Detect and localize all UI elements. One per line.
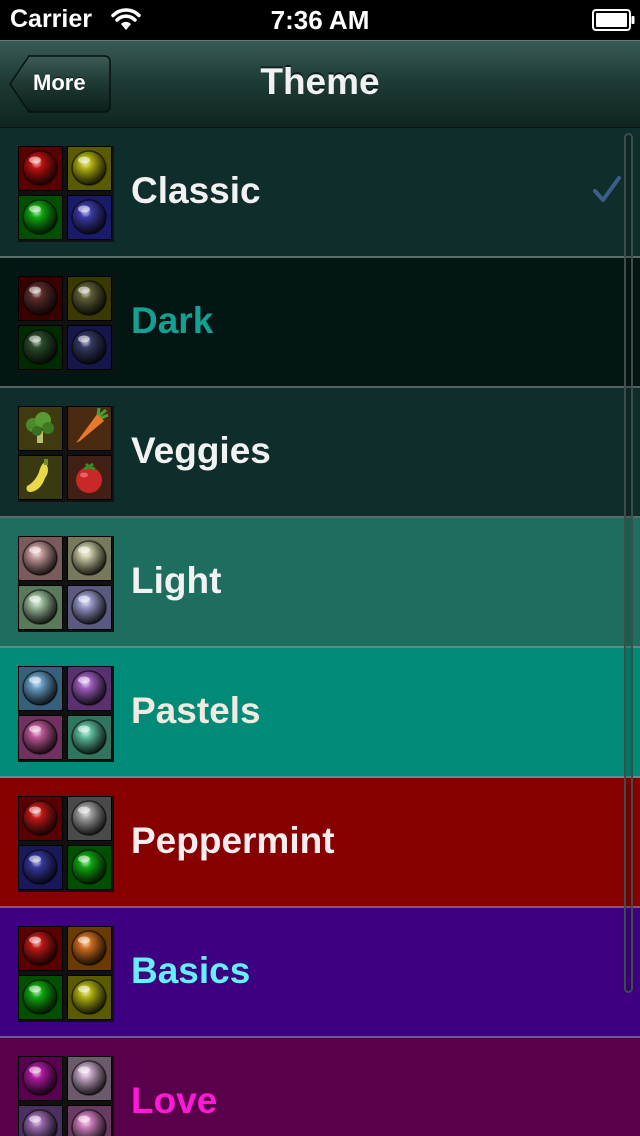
orb-icon <box>18 666 63 711</box>
orb-icon <box>67 845 112 890</box>
orb-icon <box>67 975 112 1020</box>
orb-icon <box>18 585 63 630</box>
theme-row-classic[interactable]: Classic <box>0 128 640 258</box>
orb-icon <box>67 195 112 240</box>
theme-row-veggies[interactable]: Veggies <box>0 388 640 518</box>
orb-icon <box>18 325 63 370</box>
theme-label: Light <box>131 560 222 601</box>
theme-swatch <box>18 146 114 242</box>
theme-label: Classic <box>131 170 261 211</box>
theme-row-dark[interactable]: Dark <box>0 258 640 388</box>
theme-label: Basics <box>131 950 251 991</box>
status-time: 7:36 AM <box>270 5 370 35</box>
theme-row-love[interactable]: Love <box>0 1038 640 1136</box>
theme-swatch <box>18 666 114 762</box>
orb-icon <box>18 796 63 841</box>
orb-icon <box>67 325 112 370</box>
tomato-icon <box>67 455 112 500</box>
theme-label: Dark <box>131 300 214 341</box>
orb-icon <box>67 796 112 841</box>
theme-list: Classic Dark Veggies Light Pastels Peppe… <box>0 128 640 1136</box>
orb-icon <box>67 536 112 581</box>
theme-swatch <box>18 1056 114 1136</box>
orb-icon <box>67 1056 112 1101</box>
orb-icon <box>18 845 63 890</box>
orb-icon <box>18 1056 63 1101</box>
theme-label: Peppermint <box>131 820 335 861</box>
theme-swatch <box>18 926 114 1022</box>
orb-icon <box>18 1105 63 1136</box>
theme-swatch <box>18 536 114 632</box>
theme-swatch <box>18 406 114 502</box>
orb-icon <box>18 926 63 971</box>
theme-row-light[interactable]: Light <box>0 518 640 648</box>
status-bar: Carrier 7:36 AM <box>0 0 640 40</box>
orb-icon <box>18 715 63 760</box>
battery-icon <box>592 9 636 36</box>
scroll-indicator[interactable] <box>624 133 633 993</box>
orb-icon <box>18 195 63 240</box>
theme-label: Pastels <box>131 690 261 731</box>
orb-icon <box>18 975 63 1020</box>
theme-label: Veggies <box>131 430 271 471</box>
orb-icon <box>67 146 112 191</box>
theme-label: Love <box>131 1080 218 1121</box>
navigation-bar: More Theme <box>0 40 640 128</box>
orb-icon <box>67 276 112 321</box>
orb-icon <box>67 926 112 971</box>
orb-icon <box>67 1105 112 1136</box>
page-title: Theme <box>260 61 380 102</box>
theme-swatch <box>18 276 114 372</box>
orb-icon <box>67 715 112 760</box>
theme-row-peppermint[interactable]: Peppermint <box>0 778 640 908</box>
theme-swatch <box>18 796 114 892</box>
theme-row-pastels[interactable]: Pastels <box>0 648 640 778</box>
checkmark-icon <box>592 175 622 210</box>
orb-icon <box>67 666 112 711</box>
broccoli-icon <box>18 406 63 451</box>
carrot-icon <box>67 406 112 451</box>
orb-icon <box>18 276 63 321</box>
orb-icon <box>18 146 63 191</box>
squash-icon <box>18 455 63 500</box>
orb-icon <box>18 536 63 581</box>
theme-row-basics[interactable]: Basics <box>0 908 640 1038</box>
orb-icon <box>67 585 112 630</box>
